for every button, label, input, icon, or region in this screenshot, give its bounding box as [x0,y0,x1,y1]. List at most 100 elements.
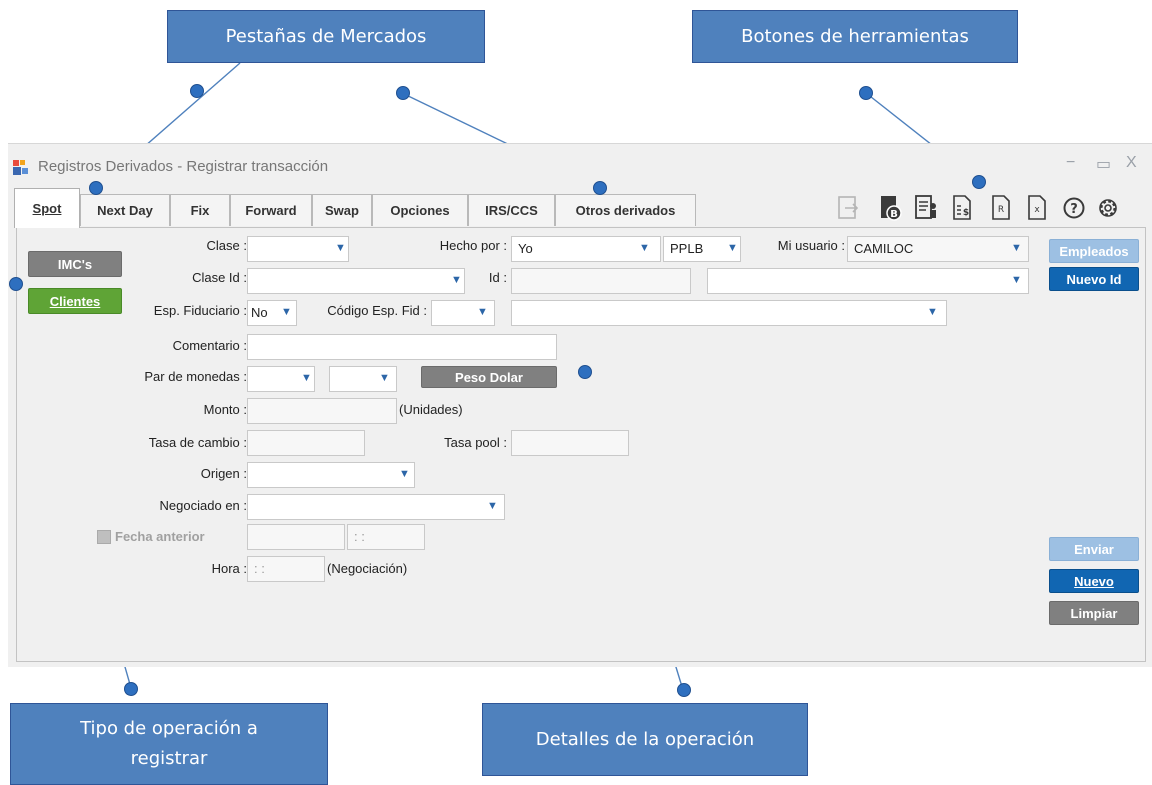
codigo-esp-fid-label: Código Esp. Fid : [327,303,427,318]
svg-text:x: x [1034,205,1040,215]
hecho-por-label: Hecho por : [439,238,507,253]
close-button[interactable]: X [1126,154,1137,172]
annotation-dot-buttons [9,277,23,291]
callout-detalles-text: Detalles de la operación [535,728,755,750]
origen-select[interactable] [247,462,415,488]
unidades-label: (Unidades) [399,402,463,417]
help-icon[interactable]: ? [1061,194,1087,222]
clase-id-select[interactable] [247,268,465,294]
id-description-select[interactable] [707,268,1029,294]
clase-label: Clase : [206,238,247,253]
tab-fix[interactable]: Fix [170,194,230,226]
nuevo-id-button[interactable]: Nuevo Id [1049,267,1139,291]
tab-spot[interactable]: Spot [14,188,80,228]
annotation-dot-bottom-right [677,683,691,697]
svg-text:?: ? [1070,202,1078,217]
hecho-por-dropdown-icon[interactable]: ▼ [639,242,650,254]
form-panel: IMC's Clientes Clase : ▼ Hecho por : Yo … [16,227,1146,662]
id-input[interactable] [511,268,691,294]
comentario-input[interactable] [247,334,557,360]
negociado-select[interactable] [247,494,505,520]
app-logo-icon [13,160,28,175]
limpiar-button[interactable]: Limpiar [1049,601,1139,625]
document-b-icon[interactable]: B [877,194,903,222]
callout-detalles: Detalles de la operación [482,703,808,776]
negociacion-label: (Negociación) [327,561,408,576]
nuevo-button[interactable]: Nuevo [1049,569,1139,593]
comentario-label: Comentario : [172,338,247,353]
id-description-dropdown-icon[interactable]: ▼ [1011,274,1022,286]
negociado-label: Negociado en : [159,498,247,513]
fecha-anterior-date [247,524,345,550]
mi-usuario-label: Mi usuario : [777,238,845,253]
fecha-anterior-checkbox[interactable] [97,530,111,544]
svg-text:B: B [890,209,898,220]
callout-pestanas: Pestañas de Mercados [167,10,485,63]
tab-otros-derivados[interactable]: Otros derivados [555,194,696,226]
callout-herramientas: Botones de herramientas [692,10,1018,63]
esp-fiduciario-dropdown-icon[interactable]: ▼ [281,306,292,318]
moneda-2-dropdown-icon[interactable]: ▼ [379,372,390,384]
codigo-esp-fid-description-dropdown-icon[interactable]: ▼ [927,306,938,318]
id-label: Id : [488,270,507,285]
clase-id-label: Clase Id : [192,270,247,285]
tasa-pool-label: Tasa pool : [444,435,507,450]
codigo-esp-fid-dropdown-icon[interactable]: ▼ [477,306,488,318]
app-window: Registros Derivados - Registrar transacc… [8,143,1152,667]
tasa-pool-input[interactable] [511,430,629,456]
mi-usuario-dropdown-icon[interactable]: ▼ [1011,242,1022,254]
esp-fiduciario-label: Esp. Fiduciario : [153,303,247,318]
empleados-button[interactable]: Empleados [1049,239,1139,263]
share-doc-icon[interactable] [835,194,861,222]
minimize-button[interactable]: − [1066,154,1075,172]
fecha-anterior-time: : : [347,524,425,550]
annotation-dot-document [972,175,986,189]
moneda-1-dropdown-icon[interactable]: ▼ [301,372,312,384]
callout-tipo-line1: Tipo de operación a [80,718,258,739]
monto-input[interactable] [247,398,397,424]
annotation-dot-details [578,365,592,379]
annotation-dot-otros [593,181,607,195]
document-r-icon[interactable]: R [988,194,1014,222]
svg-text:R: R [998,205,1004,215]
callout-tipo-line2: registrar [130,748,208,769]
peso-dolar-button[interactable]: Peso Dolar [421,366,557,388]
tasa-cambio-input[interactable] [247,430,365,456]
annotation-dot-tabs-2 [396,86,410,100]
annotation-dot-tabs [190,84,204,98]
hora-label: Hora : [211,561,247,576]
codigo-esp-fid-description[interactable] [511,300,947,326]
origen-dropdown-icon[interactable]: ▼ [399,468,410,480]
tab-forward[interactable]: Forward [230,194,312,226]
clase-id-dropdown-icon[interactable]: ▼ [451,274,462,286]
svg-text:$: $ [963,208,969,218]
tab-irs-ccs[interactable]: IRS/CCS [468,194,555,226]
document-person-icon[interactable] [913,194,939,222]
callout-pestanas-text: Pestañas de Mercados [225,25,427,47]
mi-usuario-select[interactable]: CAMILOC [847,236,1029,262]
negociado-dropdown-icon[interactable]: ▼ [487,500,498,512]
document-dollar-icon[interactable]: $ [949,194,975,222]
annotation-dot-tools [859,86,873,100]
imcs-button[interactable]: IMC's [28,251,122,277]
clase-dropdown-icon[interactable]: ▼ [335,242,346,254]
fecha-anterior-label: Fecha anterior [115,529,205,544]
tasa-cambio-label: Tasa de cambio : [148,435,247,450]
document-x-icon[interactable]: x [1024,194,1050,222]
window-title: Registros Derivados - Registrar transacc… [38,158,329,175]
annotation-dot-next-day [89,181,103,195]
clase-select[interactable] [247,236,349,262]
tab-next-day[interactable]: Next Day [80,194,170,226]
settings-icon[interactable] [1095,194,1121,222]
tab-opciones[interactable]: Opciones [372,194,468,226]
monto-label: Monto : [203,402,247,417]
enviar-button[interactable]: Enviar [1049,537,1139,561]
tab-swap[interactable]: Swap [312,194,372,226]
hora-input[interactable]: : : [247,556,325,582]
callout-tipo-operacion: Tipo de operación a registrar [10,703,328,785]
par-monedas-label: Par de monedas : [144,369,247,384]
callout-herramientas-text: Botones de herramientas [741,25,969,47]
annotation-dot-bottom-left [124,682,138,696]
origen-label: Origen : [200,466,247,481]
maximize-button[interactable]: ▭ [1096,154,1111,174]
